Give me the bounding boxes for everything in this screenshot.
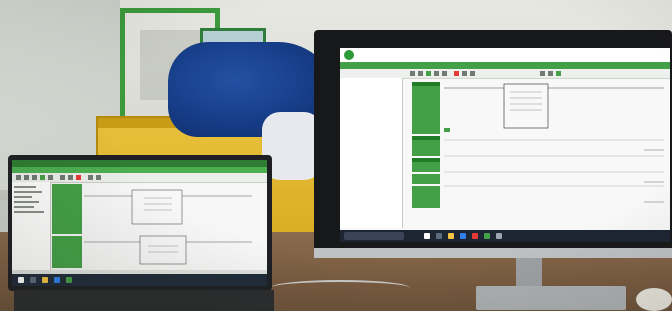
laptop-project-tree[interactable] <box>12 182 51 270</box>
monitor-screen <box>340 48 670 242</box>
rung-section[interactable] <box>412 186 440 208</box>
tool-icon[interactable] <box>426 71 431 76</box>
laptop-ladder-diagram[interactable] <box>84 184 254 268</box>
mail-icon[interactable] <box>472 233 478 239</box>
folder-icon[interactable] <box>42 277 48 283</box>
taskbar-search-box[interactable] <box>344 232 404 240</box>
rung-section[interactable] <box>412 82 440 134</box>
tool-icon[interactable] <box>60 175 65 180</box>
tree-item[interactable] <box>14 186 36 188</box>
tool-icon[interactable] <box>48 175 53 180</box>
app-logo-icon <box>344 50 354 60</box>
tool-icon[interactable] <box>540 71 545 76</box>
tool-icon[interactable] <box>418 71 423 76</box>
tree-item[interactable] <box>14 201 39 203</box>
tool-icon[interactable] <box>68 175 73 180</box>
laptop-keyboard <box>14 290 274 311</box>
rung-header <box>412 136 440 140</box>
monitor-menubar <box>340 62 670 69</box>
app-icon[interactable] <box>484 233 490 239</box>
tree-item[interactable] <box>14 211 44 213</box>
tree-item[interactable] <box>14 196 32 198</box>
start-icon[interactable] <box>424 233 430 239</box>
monitor-project-tree[interactable] <box>340 78 403 228</box>
tool-icon[interactable] <box>454 71 459 76</box>
monitor-titlebar <box>340 48 670 63</box>
tool-icon[interactable] <box>32 175 37 180</box>
tool-icon[interactable] <box>16 175 21 180</box>
app-icon[interactable] <box>66 277 72 283</box>
tool-icon[interactable] <box>548 71 553 76</box>
tree-item[interactable] <box>14 191 42 193</box>
search-icon[interactable] <box>30 277 36 283</box>
browser-icon[interactable] <box>460 233 466 239</box>
laptop-taskbar <box>12 274 267 286</box>
tool-icon[interactable] <box>40 175 45 180</box>
monitor-base <box>476 286 626 310</box>
rung-label[interactable] <box>52 236 82 268</box>
tree-item[interactable] <box>14 206 34 208</box>
monitor-stand <box>516 258 542 288</box>
monitor-ladder-diagram[interactable] <box>444 78 666 228</box>
tool-icon[interactable] <box>462 71 467 76</box>
rung-header <box>412 82 440 86</box>
browser-icon[interactable] <box>54 277 60 283</box>
start-icon[interactable] <box>18 277 24 283</box>
rung-section[interactable] <box>412 174 440 184</box>
tool-icon[interactable] <box>76 175 81 180</box>
tool-icon[interactable] <box>442 71 447 76</box>
monitor-chin <box>314 248 672 258</box>
cable <box>270 280 410 296</box>
laptop-screen <box>12 160 267 286</box>
tool-icon[interactable] <box>410 71 415 76</box>
tool-icon[interactable] <box>434 71 439 76</box>
rung-label[interactable] <box>52 184 82 234</box>
laptop-titlebar <box>12 160 267 167</box>
settings-icon[interactable] <box>496 233 502 239</box>
search-icon[interactable] <box>436 233 442 239</box>
tool-icon[interactable] <box>556 71 561 76</box>
tool-icon[interactable] <box>88 175 93 180</box>
mug <box>636 288 672 311</box>
tool-icon[interactable] <box>470 71 475 76</box>
folder-icon[interactable] <box>448 233 454 239</box>
tool-icon[interactable] <box>96 175 101 180</box>
tool-icon[interactable] <box>24 175 29 180</box>
rung-header <box>412 158 440 162</box>
